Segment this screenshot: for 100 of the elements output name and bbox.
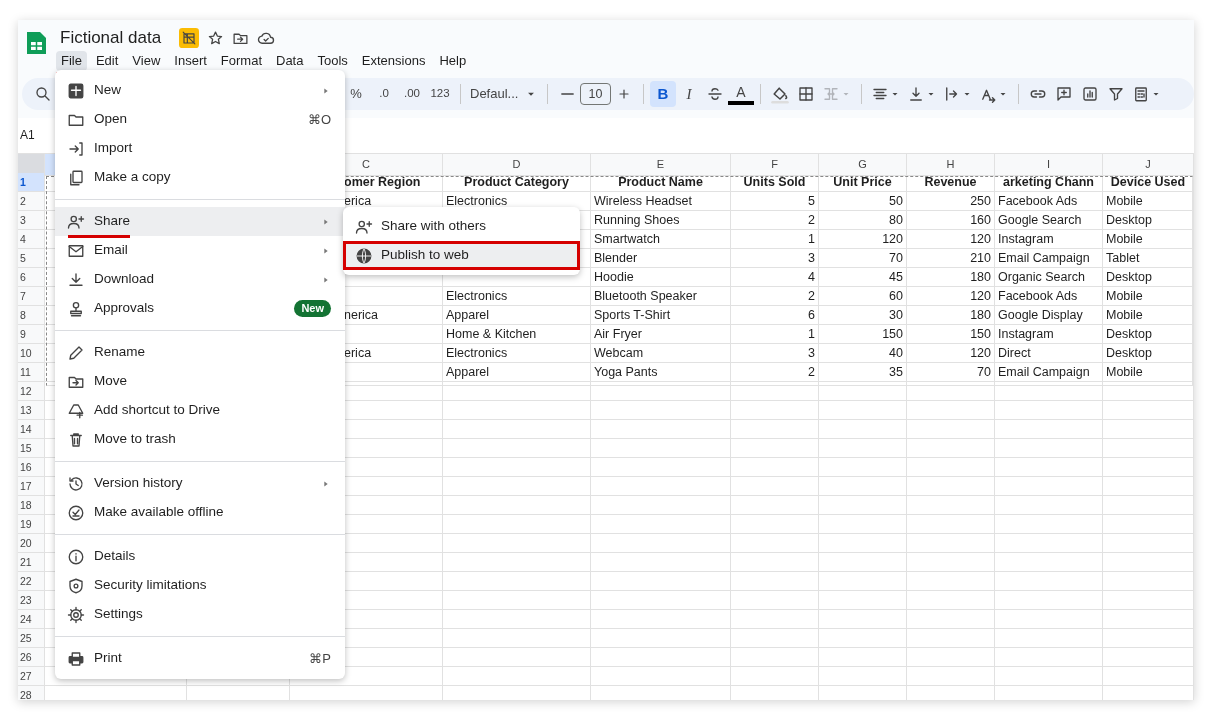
menu-item[interactable]: Add shortcut to Drive	[55, 396, 345, 425]
column-header[interactable]: G	[819, 154, 907, 176]
menu-item[interactable]: Open ⌘O	[55, 105, 345, 134]
grid-cell[interactable]	[819, 496, 907, 515]
grid-cell[interactable]	[907, 420, 995, 439]
grid-cell[interactable]	[907, 629, 995, 648]
menu-bar-item[interactable]: View	[127, 51, 166, 71]
row-number[interactable]: 22	[18, 572, 45, 591]
grid-cell[interactable]	[907, 477, 995, 496]
font-size-field[interactable]: 10	[580, 83, 611, 105]
grid-cell[interactable]	[819, 458, 907, 477]
row-number[interactable]: 25	[18, 629, 45, 648]
grid-cell[interactable]	[591, 515, 731, 534]
row-number[interactable]: 14	[18, 420, 45, 439]
grid-cell[interactable]	[731, 420, 819, 439]
menu-item[interactable]: Download	[55, 265, 345, 294]
grid-cell[interactable]	[591, 401, 731, 420]
grid-cell[interactable]	[1103, 610, 1194, 629]
row-number[interactable]: 13	[18, 401, 45, 420]
grid-cell[interactable]	[731, 629, 819, 648]
grid-cell[interactable]	[907, 610, 995, 629]
star-icon[interactable]	[207, 29, 225, 47]
grid-cell[interactable]	[443, 515, 591, 534]
menu-item[interactable]: Email	[55, 236, 345, 265]
grid-cell[interactable]	[1103, 515, 1194, 534]
grid-cell[interactable]	[731, 382, 819, 401]
menu-bar-item[interactable]: Edit	[90, 51, 124, 71]
grid-cell[interactable]	[1103, 591, 1194, 610]
grid-cell[interactable]	[443, 420, 591, 439]
menu-item[interactable]: Move to trash	[55, 425, 345, 454]
grid-cell[interactable]	[1103, 477, 1194, 496]
grid-cell[interactable]	[907, 515, 995, 534]
grid-cell[interactable]	[731, 553, 819, 572]
menu-bar-item[interactable]: Tools	[312, 51, 353, 71]
grid-cell[interactable]	[443, 477, 591, 496]
number-format-button[interactable]: 123	[427, 81, 453, 107]
row-number[interactable]: 9	[18, 325, 45, 344]
grid-cell[interactable]	[443, 382, 591, 401]
grid-cell[interactable]	[1103, 420, 1194, 439]
grid-cell[interactable]	[995, 420, 1103, 439]
grid-cell[interactable]	[1103, 553, 1194, 572]
grid-cell[interactable]	[591, 610, 731, 629]
grid-cell[interactable]	[995, 496, 1103, 515]
grid-cell[interactable]	[731, 667, 819, 686]
grid-cell[interactable]	[907, 458, 995, 477]
grid-cell[interactable]	[591, 591, 731, 610]
row-number[interactable]: 7	[18, 287, 45, 306]
menu-item[interactable]: Details	[55, 542, 345, 571]
grid-cell[interactable]	[819, 420, 907, 439]
grid-cell[interactable]	[443, 401, 591, 420]
grid-cell[interactable]	[907, 591, 995, 610]
grid-cell[interactable]	[819, 610, 907, 629]
row-number[interactable]: 6	[18, 268, 45, 287]
grid-cell[interactable]	[443, 629, 591, 648]
row-number[interactable]: 26	[18, 648, 45, 667]
grid-cell[interactable]	[1103, 382, 1194, 401]
grid-cell[interactable]	[731, 496, 819, 515]
grid-cell[interactable]	[995, 648, 1103, 667]
menu-item[interactable]: Version history	[55, 469, 345, 498]
grid-cell[interactable]	[443, 610, 591, 629]
menu-item[interactable]: Security limitations	[55, 571, 345, 600]
grid-cell[interactable]	[731, 648, 819, 667]
grid-cell[interactable]	[731, 515, 819, 534]
grid-cell[interactable]	[995, 439, 1103, 458]
row-number[interactable]: 8	[18, 306, 45, 325]
grid-cell[interactable]	[591, 382, 731, 401]
grid-cell[interactable]	[1103, 439, 1194, 458]
grid-cell[interactable]	[1103, 572, 1194, 591]
grid-cell[interactable]	[731, 401, 819, 420]
grid-cell[interactable]	[591, 572, 731, 591]
row-number[interactable]: 12	[18, 382, 45, 401]
grid-cell[interactable]	[1103, 629, 1194, 648]
menu-item[interactable]: New	[55, 76, 345, 105]
grid-cell[interactable]	[995, 515, 1103, 534]
grid-cell[interactable]	[995, 458, 1103, 477]
number-format-button[interactable]: .00	[399, 81, 425, 107]
grid-cell[interactable]	[995, 553, 1103, 572]
grid-cell[interactable]	[995, 629, 1103, 648]
grid-cell[interactable]	[591, 477, 731, 496]
row-number[interactable]: 21	[18, 553, 45, 572]
grid-cell[interactable]	[995, 382, 1103, 401]
grid-cell[interactable]	[819, 629, 907, 648]
row-number[interactable]: 4	[18, 230, 45, 249]
column-header[interactable]: D	[443, 154, 591, 176]
grid-cell[interactable]	[731, 610, 819, 629]
row-number[interactable]: 28	[18, 686, 45, 700]
grid-cell[interactable]	[731, 534, 819, 553]
grid-cell[interactable]	[443, 496, 591, 515]
menu-item[interactable]: Move	[55, 367, 345, 396]
grid-cell[interactable]	[995, 572, 1103, 591]
row-number[interactable]: 15	[18, 439, 45, 458]
grid-cell[interactable]	[995, 591, 1103, 610]
grid-cell[interactable]	[907, 553, 995, 572]
row-number[interactable]: 10	[18, 344, 45, 363]
row-number[interactable]: 1	[18, 173, 45, 192]
grid-cell[interactable]	[1103, 496, 1194, 515]
menu-item[interactable]: Settings	[55, 600, 345, 629]
grid-cell[interactable]	[443, 553, 591, 572]
menu-item[interactable]: Share	[55, 207, 345, 236]
grid-cell[interactable]	[591, 420, 731, 439]
